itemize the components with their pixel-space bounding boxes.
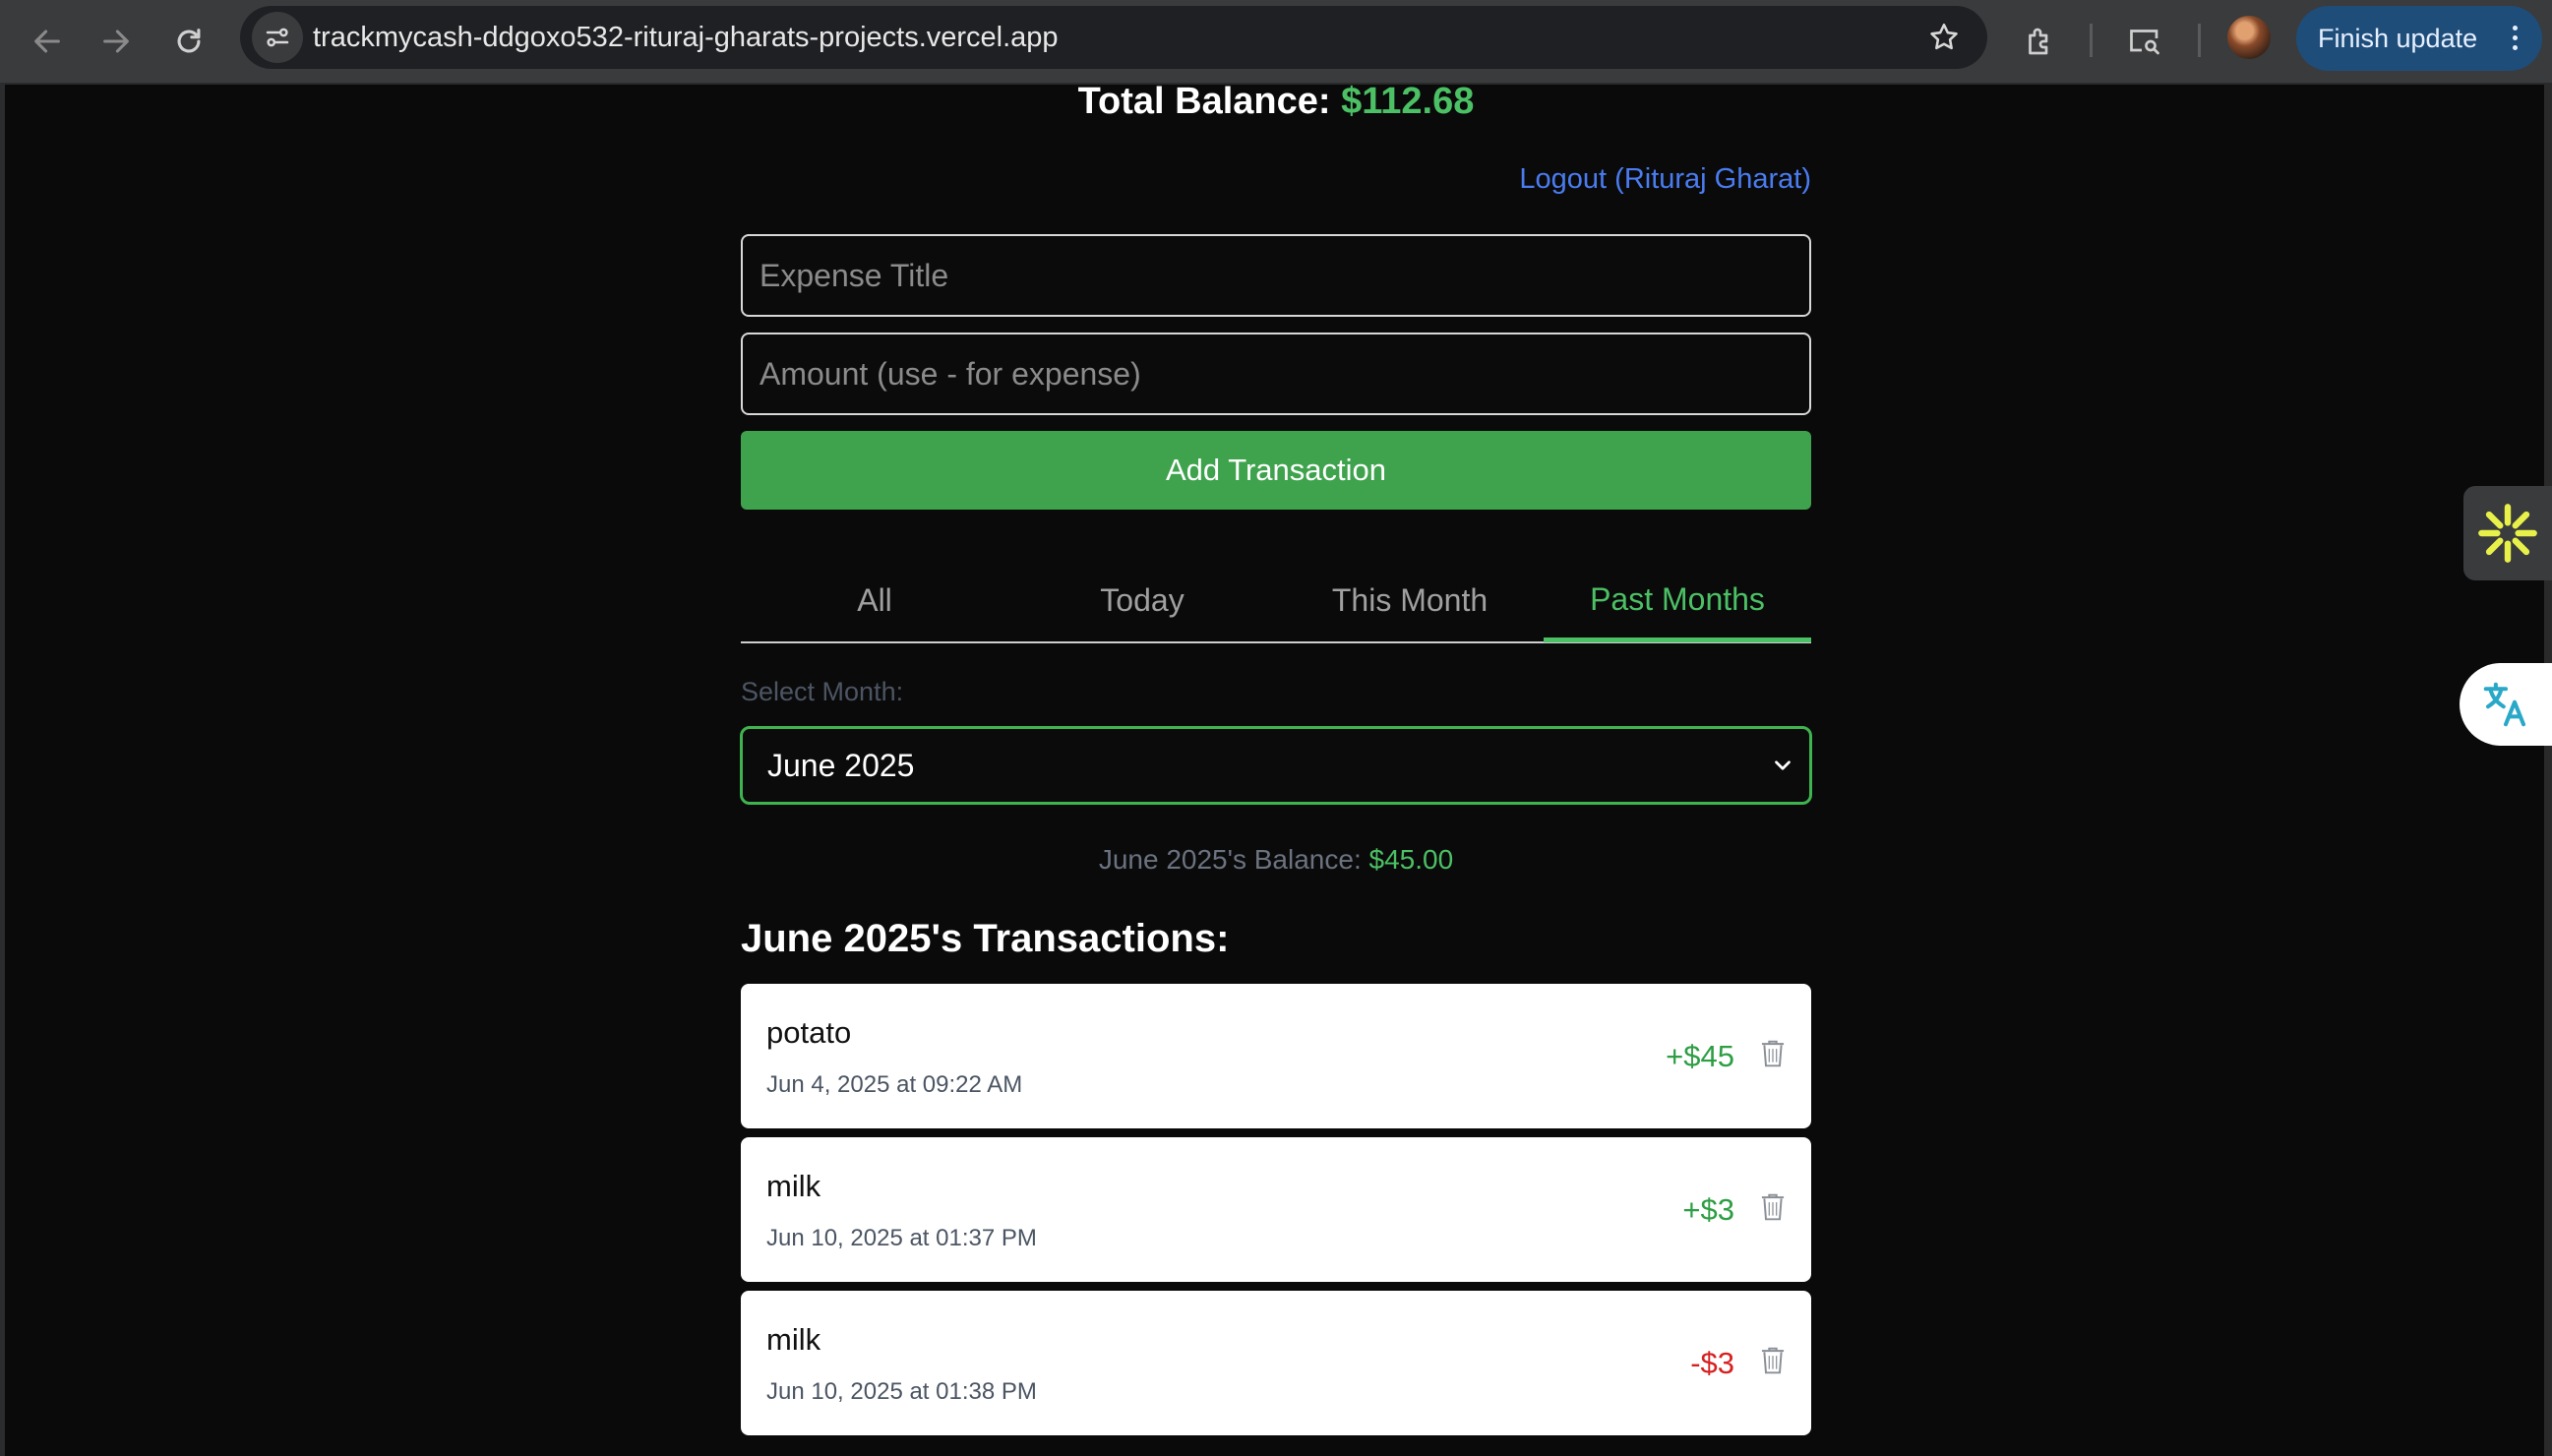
window-right-edge [2544,83,2552,1456]
total-balance-value: $112.68 [1341,81,1475,122]
transaction-amount: -$3 [1690,1346,1734,1380]
extensions-icon[interactable] [2013,14,2068,69]
profile-avatar[interactable] [2227,16,2271,59]
reload-icon[interactable] [159,12,218,71]
translate-widget[interactable] [2460,663,2552,746]
forward-icon[interactable] [87,12,146,71]
window-left-edge [0,83,5,1456]
url-text[interactable]: trackmycash-ddgoxo532-rituraj-gharats-pr… [313,6,1059,69]
add-transaction-button[interactable]: Add Transaction [741,431,1811,510]
transaction-title: milk [766,1322,821,1357]
transaction-date: Jun 10, 2025 at 01:38 PM [766,1378,1037,1405]
more-menu-icon[interactable] [2513,26,2519,55]
tab-this-month[interactable]: This Month [1276,561,1544,639]
transaction-amount: +$45 [1666,1039,1734,1073]
transaction-date: Jun 10, 2025 at 01:37 PM [766,1225,1037,1251]
month-balance: June 2025's Balance: $45.00 [0,844,2552,876]
amount-input[interactable]: Amount (use - for expense) [741,333,1811,415]
transaction-item: potato Jun 4, 2025 at 09:22 AM +$45 [741,984,1811,1128]
transaction-title: potato [766,1015,852,1050]
total-balance: Total Balance: $112.68 [0,81,2552,123]
trash-icon[interactable] [1758,1038,1788,1069]
back-icon[interactable] [18,12,77,71]
trash-icon[interactable] [1758,1345,1788,1376]
transaction-title: milk [766,1169,821,1203]
browser-toolbar: trackmycash-ddgoxo532-rituraj-gharats-pr… [0,0,2552,85]
trash-icon[interactable] [1758,1191,1788,1223]
tab-today[interactable]: Today [1008,561,1276,639]
select-month-label: Select Month: [741,677,904,706]
chevron-down-icon [1775,760,1791,770]
transaction-item: milk Jun 10, 2025 at 01:37 PM +$3 [741,1137,1811,1282]
filter-tabs: All Today This Month Past Months [741,561,1811,643]
finish-update-button[interactable]: Finish update [2296,6,2542,71]
month-select[interactable]: June 2025 [740,726,1812,805]
site-info-icon[interactable] [252,12,303,63]
translate-icon [2483,682,2526,727]
cast-search-icon[interactable] [2117,14,2172,69]
bookmark-star-icon[interactable] [1920,14,1968,61]
selected-month: June 2025 [767,747,915,783]
transaction-amount: +$3 [1682,1192,1734,1227]
transactions-heading: June 2025's Transactions: [741,917,1230,960]
address-bar[interactable]: trackmycash-ddgoxo532-rituraj-gharats-pr… [240,6,1987,69]
expense-title-input[interactable]: Expense Title [741,234,1811,317]
finish-update-label: Finish update [2318,23,2478,53]
tab-all[interactable]: All [741,561,1008,639]
transaction-date: Jun 4, 2025 at 09:22 AM [766,1071,1023,1098]
toolbar-separator [2198,24,2201,57]
month-balance-value: $45.00 [1368,844,1454,875]
month-balance-label: June 2025's Balance: [1098,844,1362,875]
tab-past-months[interactable]: Past Months [1544,561,1811,642]
transaction-item: milk Jun 10, 2025 at 01:38 PM -$3 [741,1291,1811,1435]
toolbar-separator [2090,24,2093,57]
sparkle-icon [2478,504,2537,563]
assistant-sparkle-widget[interactable] [2463,486,2552,580]
total-balance-label: Total Balance: [1077,81,1331,122]
logout-link[interactable]: Logout (Rituraj Gharat) [1519,163,1811,196]
